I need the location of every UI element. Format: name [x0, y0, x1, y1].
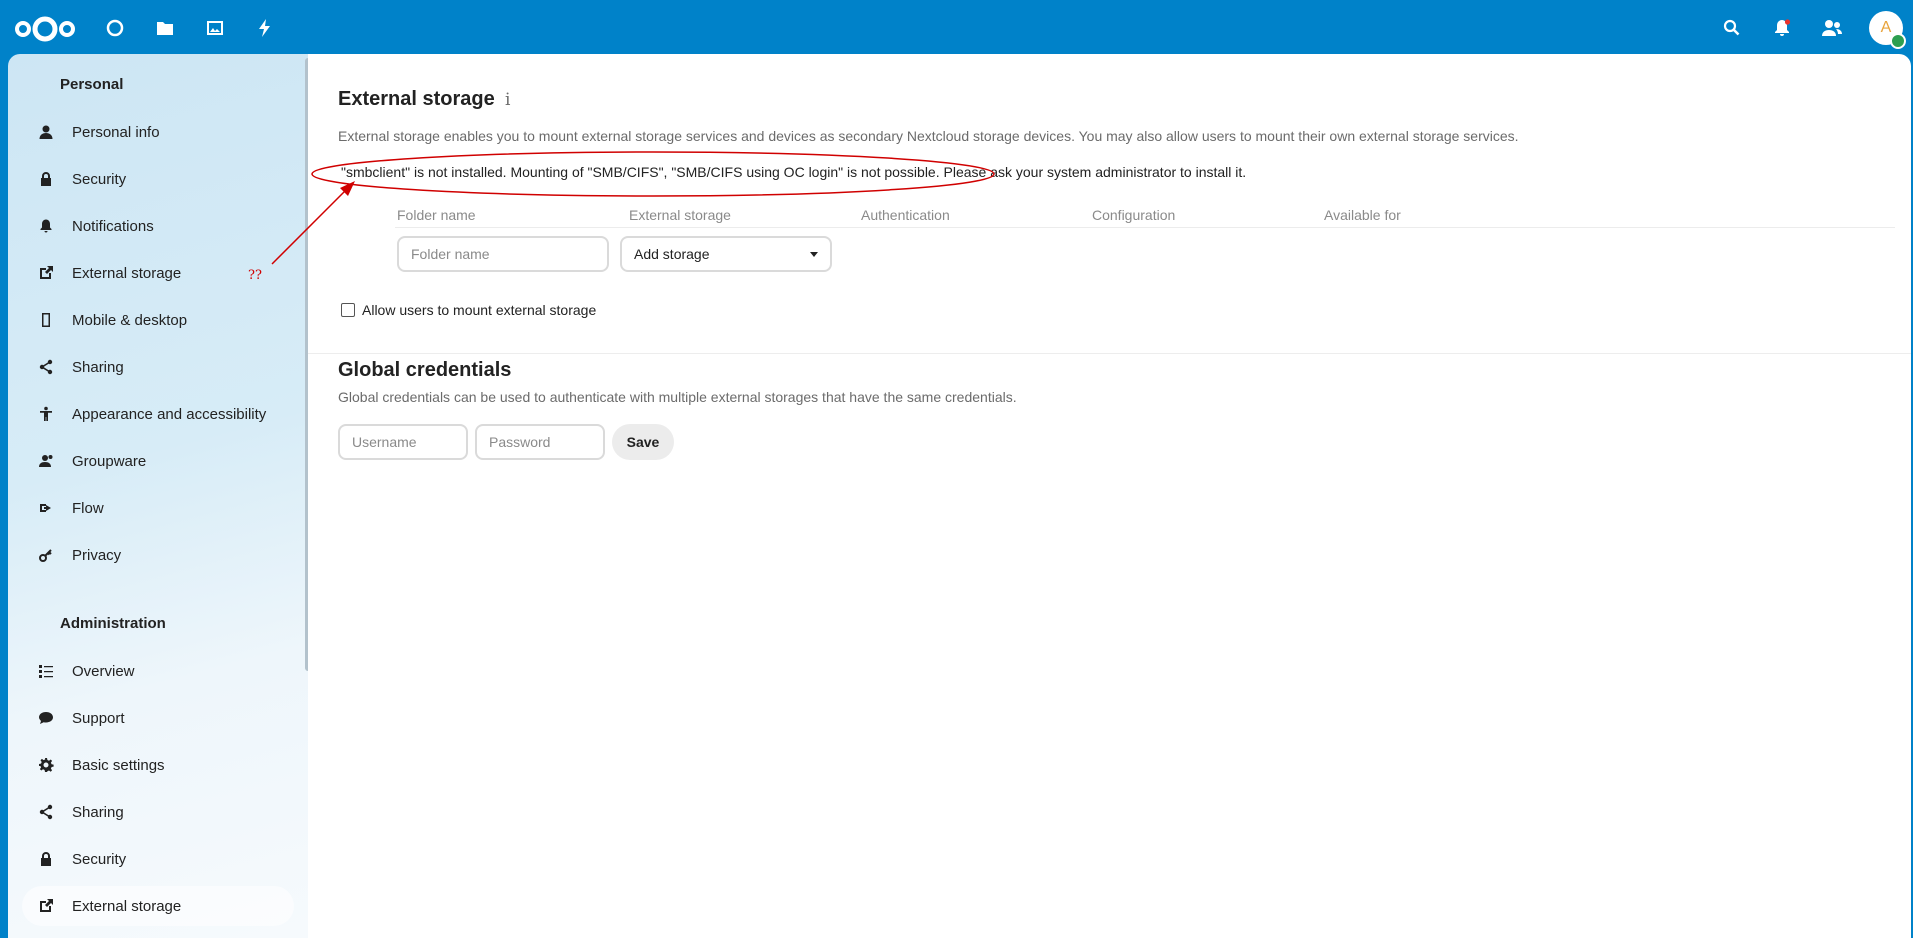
- folder-name-input[interactable]: [397, 236, 609, 272]
- lock-icon: [36, 169, 56, 189]
- password-input[interactable]: [475, 424, 605, 460]
- gear-icon: [36, 755, 56, 775]
- external-link-icon: [36, 896, 56, 916]
- sidebar-item-flow[interactable]: Flow: [22, 488, 294, 528]
- external-link-icon: [36, 263, 56, 283]
- add-storage-select[interactable]: Add storage: [620, 236, 832, 272]
- flow-icon: [36, 498, 56, 518]
- sidebar-item-appearance[interactable]: Appearance and accessibility: [22, 394, 294, 434]
- sidebar-item-personal-security[interactable]: Security: [22, 159, 294, 199]
- external-storage-description: External storage enables you to mount ex…: [338, 128, 1519, 144]
- smbclient-warning: "smbclient" is not installed. Mounting o…: [341, 164, 1247, 180]
- main-content: External storage i External storage enab…: [308, 54, 1911, 938]
- top-header: A: [0, 0, 1913, 56]
- user-icon: [36, 122, 56, 142]
- info-icon[interactable]: i: [505, 90, 510, 110]
- allow-users-checkbox[interactable]: [341, 303, 355, 317]
- sidebar-item-label: Overview: [72, 662, 135, 680]
- share-icon: [36, 357, 56, 377]
- key-icon: [36, 545, 56, 565]
- sidebar-item-label: Basic settings: [72, 756, 165, 774]
- online-status-indicator: [1890, 33, 1906, 49]
- sidebar-item-admin-external-storage[interactable]: External storage: [22, 886, 294, 926]
- search-icon[interactable]: [1720, 16, 1744, 40]
- sidebar-item-personal-sharing[interactable]: Sharing: [22, 347, 294, 387]
- allow-users-label: Allow users to mount external storage: [362, 302, 597, 318]
- notifications-icon[interactable]: [1770, 16, 1794, 40]
- sidebar-item-label: Security: [72, 850, 127, 868]
- sidebar-item-basic-settings[interactable]: Basic settings: [22, 745, 294, 785]
- contacts-icon[interactable]: [1820, 16, 1844, 40]
- column-authentication: Authentication: [861, 207, 950, 223]
- settings-sidebar: Personal Personal info Security Notifica…: [8, 54, 308, 938]
- sidebar-item-overview[interactable]: Overview: [22, 651, 294, 691]
- lock-icon: [36, 849, 56, 869]
- sidebar-item-admin-security[interactable]: Security: [22, 839, 294, 879]
- add-storage-label: Add storage: [634, 246, 710, 262]
- sidebar-item-notifications[interactable]: Notifications: [22, 206, 294, 246]
- allow-users-mount-option[interactable]: Allow users to mount external storage: [341, 302, 596, 318]
- annotation-question-marks: ??: [248, 268, 262, 283]
- sidebar-item-admin-sharing[interactable]: Sharing: [22, 792, 294, 832]
- external-storage-title: External storage: [338, 88, 495, 110]
- bell-icon: [36, 216, 56, 236]
- files-icon[interactable]: [153, 16, 177, 40]
- activity-icon[interactable]: [253, 16, 277, 40]
- sidebar-item-label: Appearance and accessibility: [72, 405, 267, 423]
- save-credentials-button[interactable]: Save: [612, 424, 674, 460]
- sidebar-item-privacy[interactable]: Privacy: [22, 535, 294, 575]
- sidebar-item-label: Personal info: [72, 123, 160, 141]
- photos-icon[interactable]: [203, 16, 227, 40]
- sidebar-item-label: External storage: [72, 264, 182, 282]
- username-input[interactable]: [338, 424, 468, 460]
- global-credentials-description: Global credentials can be used to authen…: [338, 389, 1017, 405]
- administration-caption: Administration: [60, 615, 166, 632]
- sidebar-item-label: External storage: [72, 897, 182, 915]
- sidebar-item-label: Flow: [72, 499, 104, 517]
- list-icon: [36, 661, 56, 681]
- section-divider: [308, 353, 1911, 354]
- sidebar-item-label: Notifications: [72, 217, 154, 235]
- column-external-storage: External storage: [629, 207, 731, 223]
- avatar-initial: A: [1880, 19, 1892, 36]
- sidebar-item-groupware[interactable]: Groupware: [22, 441, 294, 481]
- column-configuration: Configuration: [1092, 207, 1176, 223]
- personal-caption: Personal: [60, 76, 124, 93]
- phone-icon: [36, 310, 56, 330]
- column-folder-name: Folder name: [397, 207, 476, 223]
- table-header-divider: [395, 227, 1895, 228]
- sidebar-item-label: Security: [72, 170, 127, 188]
- sidebar-item-label: Groupware: [72, 452, 147, 470]
- sidebar-item-personal-info[interactable]: Personal info: [22, 112, 294, 152]
- dropdown-caret-icon: [810, 252, 818, 257]
- nextcloud-logo[interactable]: [14, 14, 76, 44]
- sidebar-item-label: Sharing: [72, 803, 124, 821]
- sidebar-item-label: Support: [72, 709, 125, 727]
- sidebar-item-label: Privacy: [72, 546, 122, 564]
- groupware-icon: [36, 451, 56, 471]
- global-credentials-title: Global credentials: [338, 359, 512, 381]
- share-icon: [36, 802, 56, 822]
- chat-bubble-icon: [36, 708, 56, 728]
- sidebar-item-label: Mobile & desktop: [72, 311, 188, 329]
- sidebar-item-support[interactable]: Support: [22, 698, 294, 738]
- sidebar-item-label: Sharing: [72, 358, 124, 376]
- dashboard-icon[interactable]: [103, 16, 127, 40]
- column-available-for: Available for: [1324, 207, 1401, 223]
- accessibility-icon: [36, 404, 56, 424]
- sidebar-item-mobile-desktop[interactable]: Mobile & desktop: [22, 300, 294, 340]
